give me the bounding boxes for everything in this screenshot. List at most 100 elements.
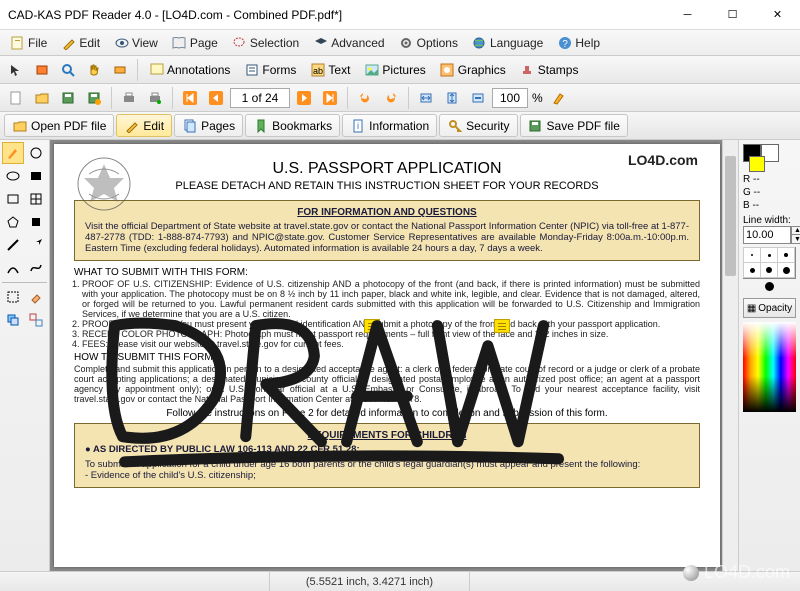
dot-1[interactable] <box>743 247 761 263</box>
tool-filled-square[interactable] <box>25 211 47 233</box>
doc-requirements-list: PROOF OF U.S. CITIZENSHIP: Evidence of U… <box>74 279 700 349</box>
prev-page-button[interactable] <box>204 86 228 110</box>
menu-help-label: Help <box>575 36 600 50</box>
swatch-yellow[interactable] <box>749 156 765 172</box>
menu-page[interactable]: Page <box>166 33 224 52</box>
tool-rect[interactable] <box>2 188 24 210</box>
tab-bookmarks-label: Bookmarks <box>272 119 332 133</box>
menu-help[interactable]: ?Help <box>551 33 606 52</box>
tab-edit[interactable]: Edit <box>116 114 172 137</box>
sticky-note-1[interactable] <box>364 319 380 333</box>
scrollbar-thumb[interactable] <box>725 156 736 276</box>
text-group[interactable]: abText <box>304 60 356 79</box>
zoom-input[interactable] <box>492 88 528 108</box>
dot-3[interactable] <box>777 247 795 263</box>
text-select-tool[interactable] <box>108 58 132 82</box>
menu-file[interactable]: File <box>4 33 53 52</box>
seal-icon <box>74 154 134 214</box>
doc-follow: Follow the instructions on Page 2 for de… <box>74 408 700 419</box>
save-as-button[interactable] <box>82 86 106 110</box>
lasso-icon <box>232 35 247 50</box>
menu-language[interactable]: Language <box>466 33 549 52</box>
tab-bar: Open PDF file Edit Pages Bookmarks iInfo… <box>0 112 800 140</box>
tool-arrow[interactable] <box>25 234 47 256</box>
tab-save-pdf[interactable]: Save PDF file <box>520 114 628 137</box>
maximize-button[interactable]: ☐ <box>710 0 755 30</box>
menu-advanced-label: Advanced <box>331 36 384 50</box>
highlighter-button[interactable] <box>547 86 571 110</box>
tool-filled-rect[interactable] <box>25 165 47 187</box>
tool-copy[interactable] <box>2 309 24 331</box>
tool-curve[interactable] <box>2 257 24 279</box>
open-button[interactable] <box>30 86 54 110</box>
tool-polygon[interactable] <box>2 211 24 233</box>
tab-information[interactable]: iInformation <box>342 114 437 137</box>
tool-group[interactable] <box>25 309 47 331</box>
print-button[interactable] <box>117 86 141 110</box>
menu-advanced[interactable]: Advanced <box>307 33 390 52</box>
hand-tool[interactable] <box>82 58 106 82</box>
menu-selection[interactable]: Selection <box>226 33 305 52</box>
tab-pages-label: Pages <box>201 119 235 133</box>
zoom-tool[interactable] <box>56 58 80 82</box>
new-button[interactable] <box>4 86 28 110</box>
menu-options[interactable]: Options <box>393 33 464 52</box>
dot-5[interactable] <box>760 262 778 278</box>
tool-bezier[interactable] <box>25 257 47 279</box>
tab-open-pdf[interactable]: Open PDF file <box>4 114 114 137</box>
color-picker[interactable] <box>743 322 796 412</box>
stamps-group[interactable]: Stamps <box>514 60 585 79</box>
zoom-out-button[interactable] <box>466 86 490 110</box>
tab-security[interactable]: Security <box>439 114 517 137</box>
last-page-button[interactable] <box>318 86 342 110</box>
tool-line[interactable] <box>2 234 24 256</box>
undo-button[interactable] <box>353 86 377 110</box>
pictures-group[interactable]: Pictures <box>358 60 431 79</box>
tab-bookmarks[interactable]: Bookmarks <box>245 114 340 137</box>
doc-req-1: PROOF OF U.S. CITIZENSHIP: Evidence of U… <box>82 279 700 319</box>
dot-6[interactable] <box>777 262 795 278</box>
forms-group[interactable]: Forms <box>238 60 302 79</box>
opacity-button[interactable]: ▦Opacity <box>743 298 796 318</box>
menu-bar: File Edit View Page Selection Advanced O… <box>0 30 800 56</box>
spinner-up[interactable]: ▲ <box>792 227 800 235</box>
annotations-group[interactable]: Annotations <box>143 60 236 79</box>
graphics-icon <box>440 62 455 77</box>
print-all-button[interactable] <box>143 86 167 110</box>
fit-page-button[interactable] <box>440 86 464 110</box>
tool-select[interactable] <box>2 286 24 308</box>
redo-button[interactable] <box>379 86 403 110</box>
toolbar-annotations: Annotations Forms abText Pictures Graphi… <box>0 56 800 84</box>
save-button[interactable] <box>56 86 80 110</box>
line-width-label: Line width: <box>743 215 796 226</box>
menu-view[interactable]: View <box>108 33 164 52</box>
tool-brush[interactable] <box>2 142 24 164</box>
document-viewport[interactable]: LO4D.com U.S. PASSPORT APPLICATION PLEAS… <box>50 140 738 571</box>
dot-2[interactable] <box>760 247 778 263</box>
doc-title: U.S. PASSPORT APPLICATION <box>74 160 700 178</box>
snapshot-tool[interactable] <box>30 58 54 82</box>
tool-ellipse[interactable] <box>2 165 24 187</box>
tool-eraser[interactable] <box>25 286 47 308</box>
tool-grid[interactable] <box>25 188 47 210</box>
minimize-button[interactable]: ─ <box>665 0 710 30</box>
dot-4[interactable] <box>743 262 761 278</box>
close-button[interactable]: ✕ <box>755 0 800 30</box>
page-input[interactable] <box>230 88 290 108</box>
sticky-note-2[interactable] <box>494 319 510 333</box>
cursor-tool[interactable] <box>4 58 28 82</box>
first-page-button[interactable] <box>178 86 202 110</box>
globe-icon <box>472 35 487 50</box>
text-icon: ab <box>310 62 325 77</box>
graphics-group[interactable]: Graphics <box>434 60 512 79</box>
eye-icon <box>114 35 129 50</box>
tab-pages[interactable]: Pages <box>174 114 243 137</box>
vertical-scrollbar[interactable] <box>722 140 738 571</box>
tool-circle[interactable] <box>25 142 47 164</box>
fit-width-button[interactable] <box>414 86 438 110</box>
next-page-button[interactable] <box>292 86 316 110</box>
line-width-input[interactable] <box>743 226 791 244</box>
pencil-icon <box>61 35 76 50</box>
menu-edit[interactable]: Edit <box>55 33 106 52</box>
spinner-down[interactable]: ▼ <box>792 235 800 243</box>
